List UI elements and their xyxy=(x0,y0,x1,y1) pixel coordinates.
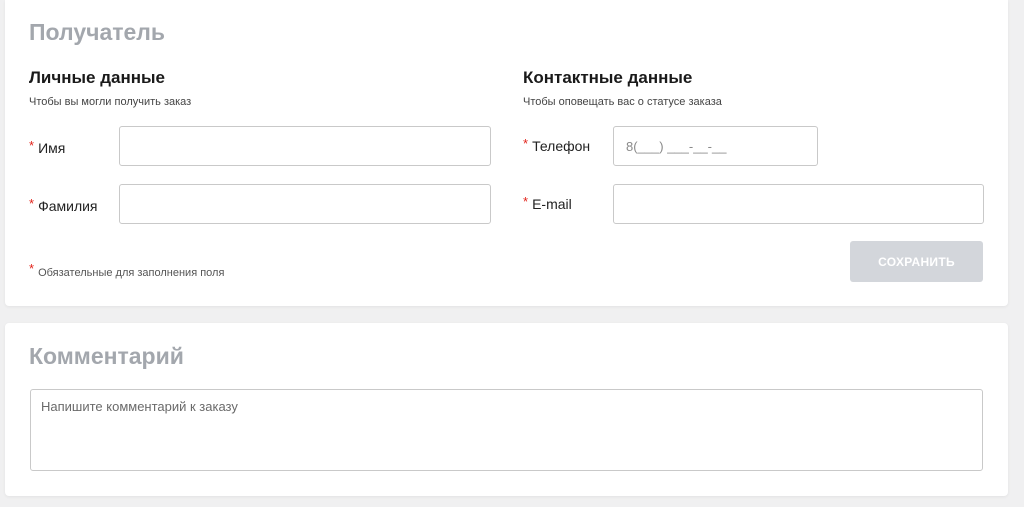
contact-data-subtitle: Чтобы оповещать вас о статусе заказа xyxy=(523,96,722,108)
email-input[interactable] xyxy=(613,184,984,224)
last-name-label-text: Фамилия xyxy=(38,198,98,214)
comment-section-title: Комментарий xyxy=(29,343,184,369)
required-fields-note: * Обязательные для заполнения поля xyxy=(29,261,225,279)
first-name-label: * Имя xyxy=(29,138,66,156)
recipient-section-title: Получатель xyxy=(29,19,166,45)
phone-label-text: Телефон xyxy=(532,138,591,154)
comment-card: Комментарий xyxy=(5,323,1008,496)
last-name-input[interactable] xyxy=(119,184,491,224)
required-marker: * xyxy=(29,138,35,153)
required-marker: * xyxy=(29,196,35,211)
personal-data-subtitle: Чтобы вы могли получить заказ xyxy=(29,96,192,108)
email-label-text: E-mail xyxy=(532,196,572,212)
contact-data-title: Контактные данные xyxy=(523,68,693,87)
first-name-label-text: Имя xyxy=(38,140,66,156)
last-name-label: * Фамилия xyxy=(29,196,98,214)
save-button[interactable]: СОХРАНИТЬ xyxy=(850,241,983,282)
comment-textarea[interactable] xyxy=(30,389,983,471)
first-name-input[interactable] xyxy=(119,126,491,166)
email-label: * E-mail xyxy=(523,194,572,212)
required-note-text: Обязательные для заполнения поля xyxy=(38,267,225,279)
recipient-card: Получатель Личные данные Чтобы вы могли … xyxy=(5,0,1008,306)
phone-label: * Телефон xyxy=(523,136,591,154)
required-marker: * xyxy=(523,136,529,151)
phone-input[interactable] xyxy=(613,126,818,166)
required-marker: * xyxy=(29,261,35,276)
personal-data-title: Личные данные xyxy=(29,68,165,87)
required-marker: * xyxy=(523,194,529,209)
